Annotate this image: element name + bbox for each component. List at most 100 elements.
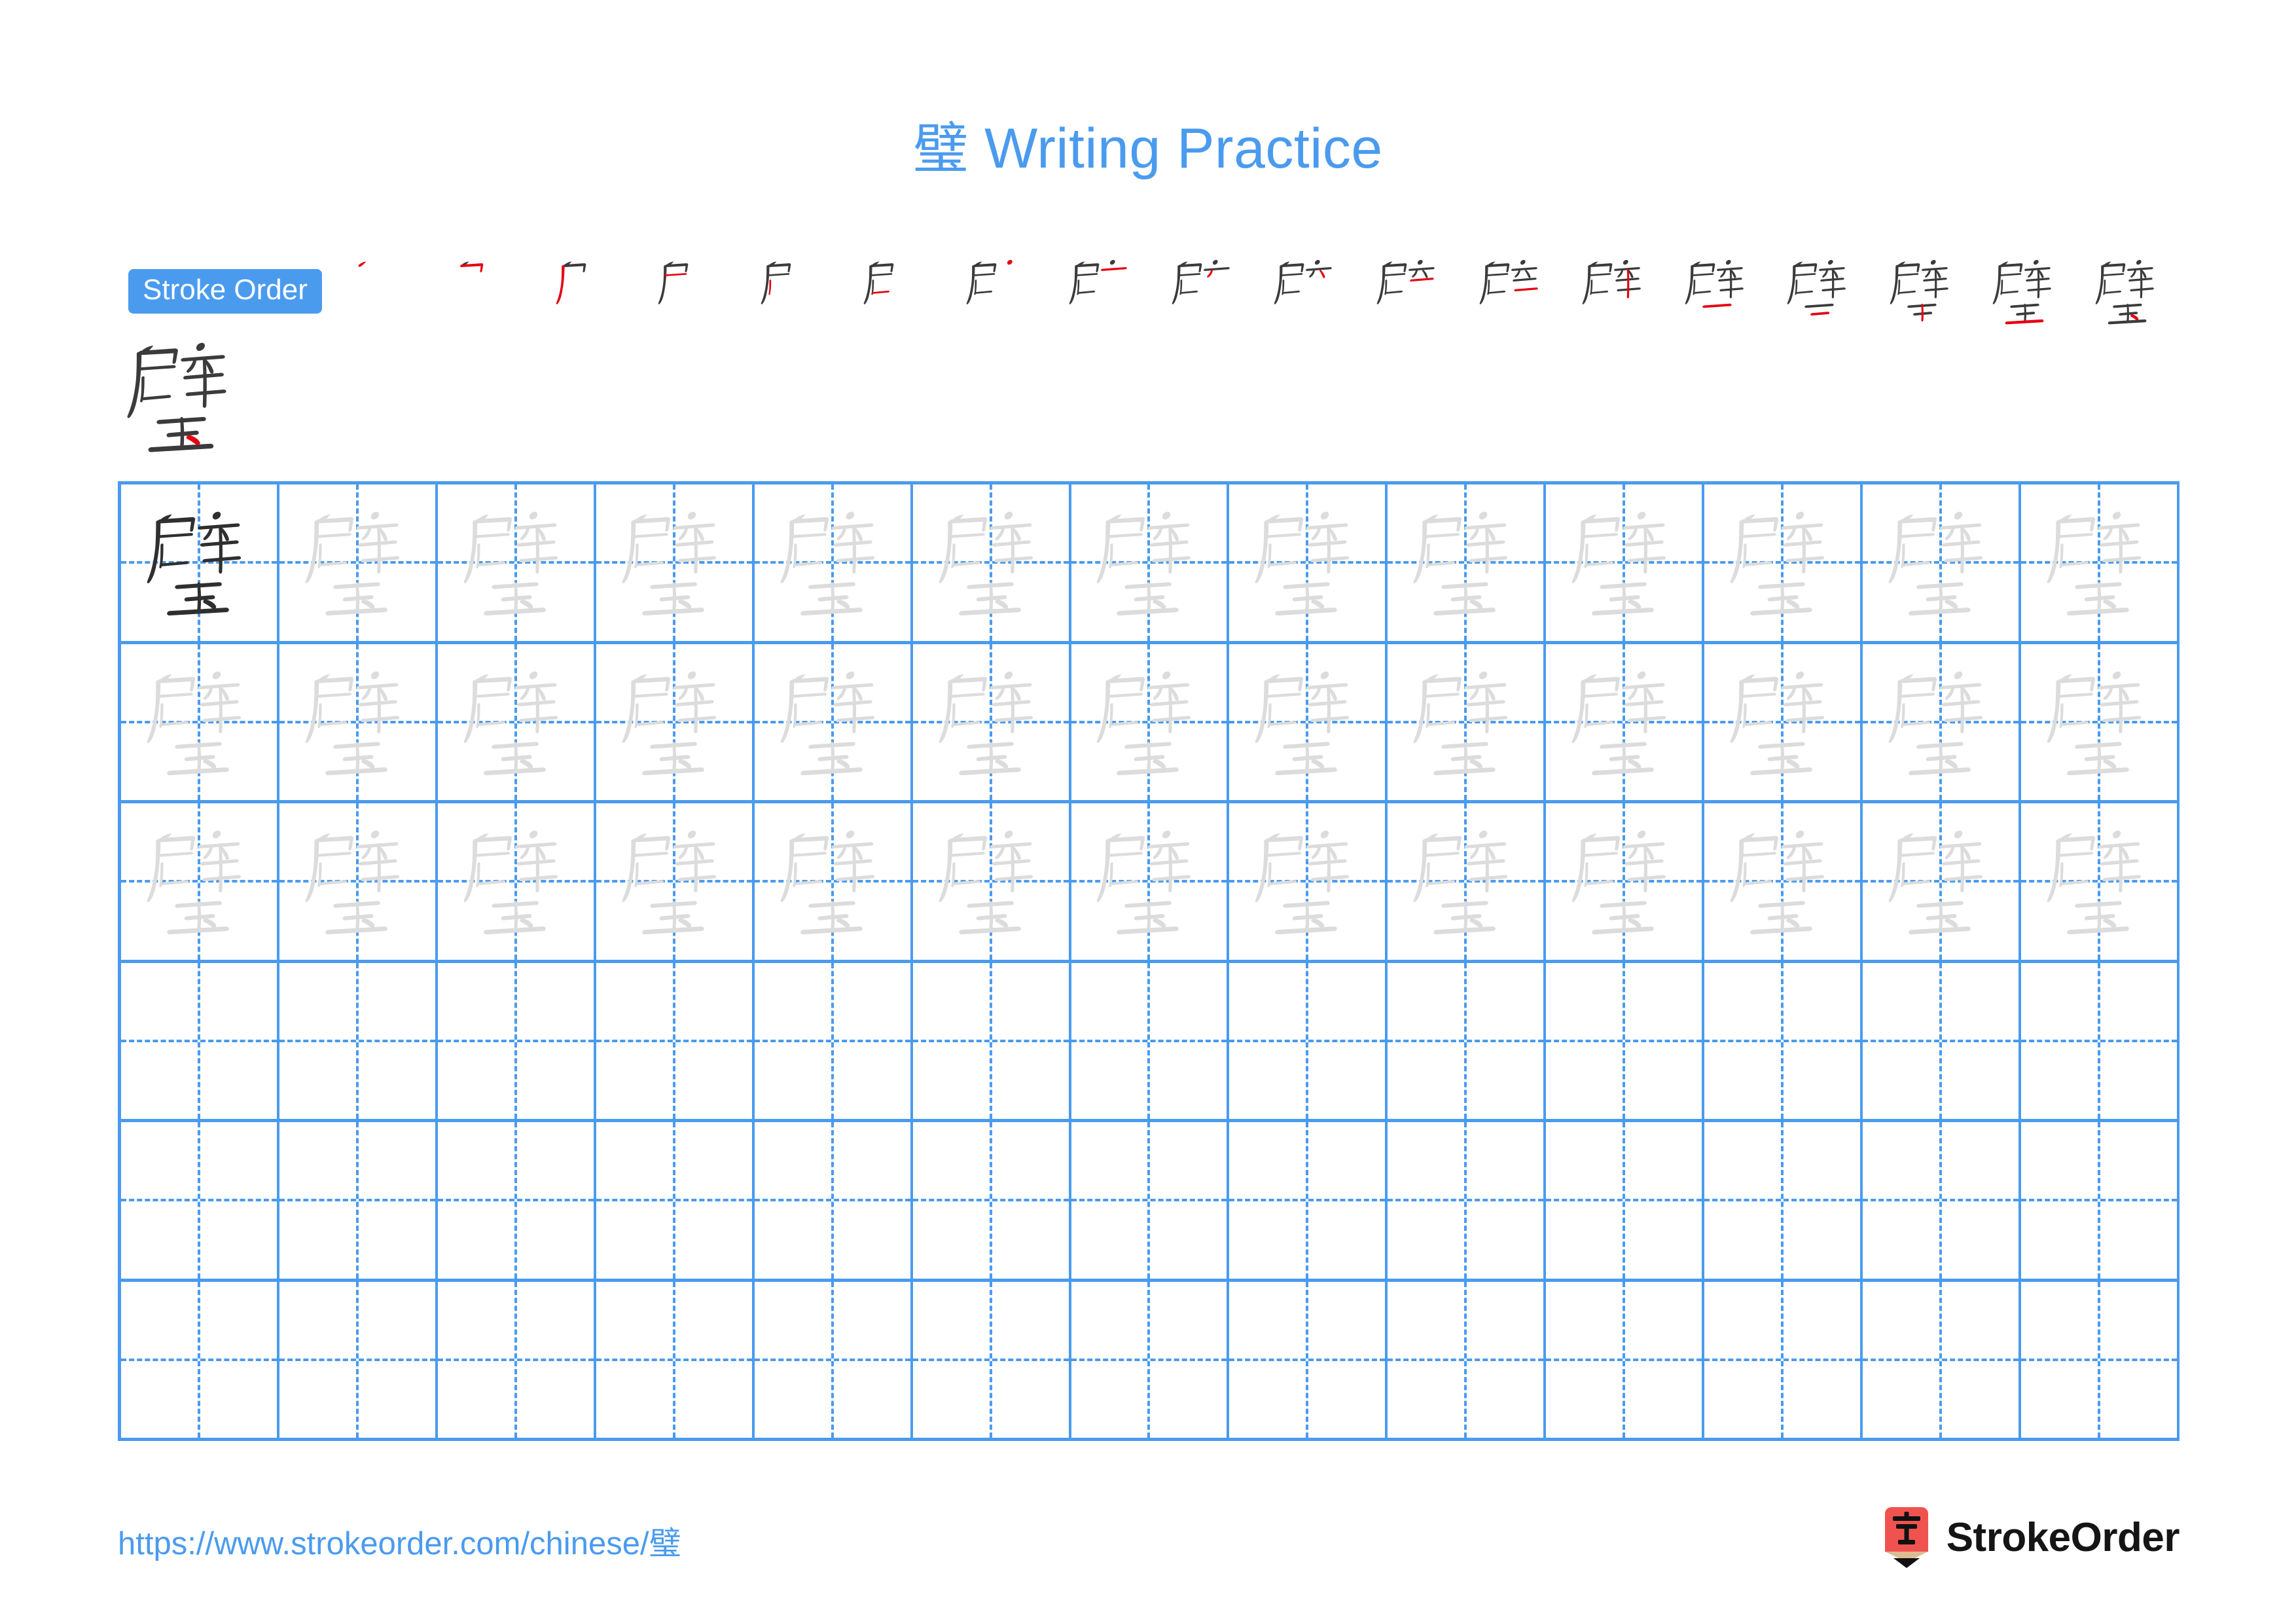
practice-cell[interactable] <box>279 803 438 960</box>
practice-cell[interactable] <box>2021 1281 2179 1438</box>
practice-cell[interactable] <box>1071 1122 1230 1279</box>
practice-cell[interactable] <box>1704 484 1863 641</box>
stroke-step-15 <box>1770 252 1869 331</box>
practice-cell[interactable] <box>438 484 596 641</box>
practice-cell[interactable] <box>1704 803 1863 960</box>
stroke-step-7 <box>950 252 1048 331</box>
practice-cell[interactable] <box>1071 1281 1230 1438</box>
practice-cell[interactable] <box>1863 484 2022 641</box>
practice-cell[interactable] <box>2021 962 2179 1119</box>
practice-cell[interactable] <box>1388 644 1547 801</box>
practice-cell[interactable] <box>596 644 755 800</box>
practice-cell[interactable] <box>755 1281 913 1438</box>
practice-cell[interactable] <box>1229 962 1388 1119</box>
practice-cell[interactable] <box>1704 644 1863 800</box>
practice-cell[interactable] <box>755 1122 913 1279</box>
practice-cell[interactable] <box>913 1281 1071 1438</box>
practice-cell[interactable] <box>755 803 913 960</box>
trace-character <box>2021 484 2177 641</box>
practice-cell[interactable] <box>2021 644 2179 800</box>
practice-cell[interactable] <box>279 1281 438 1438</box>
practice-cell[interactable] <box>279 484 438 641</box>
practice-cell[interactable] <box>1863 644 2022 801</box>
footer-url[interactable]: https://www.strokeorder.com/chinese/璧 <box>118 1518 681 1564</box>
practice-cell[interactable] <box>1071 644 1230 800</box>
practice-cell[interactable] <box>1546 1281 1705 1438</box>
practice-cell[interactable] <box>1229 1122 1388 1279</box>
practice-cell[interactable] <box>438 1122 596 1279</box>
practice-cell[interactable] <box>121 484 279 641</box>
practice-cell[interactable] <box>913 484 1071 641</box>
practice-cell[interactable] <box>1546 962 1705 1119</box>
practice-cell[interactable] <box>755 484 913 641</box>
practice-cell[interactable] <box>596 484 755 641</box>
practice-cell[interactable] <box>913 1122 1071 1279</box>
practice-cell[interactable] <box>121 803 279 960</box>
practice-cell[interactable] <box>596 1281 755 1438</box>
practice-grid[interactable] <box>118 481 2179 1441</box>
practice-cell[interactable] <box>1704 962 1863 1119</box>
practice-cell[interactable] <box>596 803 755 960</box>
trace-character <box>913 803 1069 960</box>
stroke-step-5 <box>744 252 842 331</box>
practice-cell[interactable] <box>1229 644 1388 800</box>
practice-cell[interactable] <box>438 1281 596 1438</box>
practice-cell[interactable] <box>279 644 438 800</box>
practice-cell[interactable] <box>596 962 755 1119</box>
practice-cell[interactable] <box>1388 1122 1547 1279</box>
practice-cell[interactable] <box>913 644 1071 800</box>
practice-cell[interactable] <box>1388 1281 1547 1438</box>
practice-cell[interactable] <box>2021 803 2179 960</box>
stroke-step-8 <box>1052 252 1151 331</box>
trace-character <box>1388 644 1543 801</box>
practice-cell[interactable] <box>1546 803 1705 960</box>
trace-character <box>1546 644 1702 801</box>
practice-cell[interactable] <box>1863 1281 2022 1438</box>
practice-cell[interactable] <box>1388 962 1547 1119</box>
practice-cell[interactable] <box>913 962 1071 1119</box>
stroke-step-1 <box>334 252 432 331</box>
trace-character <box>755 644 910 801</box>
practice-cell[interactable] <box>1546 1122 1705 1279</box>
practice-cell[interactable] <box>1229 484 1388 641</box>
practice-cell[interactable] <box>438 803 596 960</box>
practice-cell[interactable] <box>1704 1122 1863 1279</box>
practice-cell[interactable] <box>1071 484 1230 641</box>
practice-cell[interactable] <box>1388 803 1547 960</box>
practice-cell[interactable] <box>755 644 913 801</box>
page-title-character: 璧 <box>913 117 969 181</box>
practice-cell[interactable] <box>121 1281 279 1438</box>
practice-cell[interactable] <box>1704 1281 1863 1438</box>
practice-cell[interactable] <box>1071 962 1230 1119</box>
practice-cell[interactable] <box>596 1122 755 1279</box>
practice-cell[interactable] <box>438 962 596 1119</box>
practice-cell[interactable] <box>438 644 596 800</box>
practice-cell[interactable] <box>913 803 1071 960</box>
practice-cell[interactable] <box>755 962 913 1119</box>
stroke-step-6 <box>847 252 945 331</box>
practice-cell[interactable] <box>1071 803 1230 960</box>
practice-cell[interactable] <box>121 962 279 1119</box>
practice-cell[interactable] <box>1546 644 1705 801</box>
trace-character <box>438 484 594 641</box>
practice-cell[interactable] <box>121 1122 279 1279</box>
trace-character <box>1863 484 2018 641</box>
brand-logo[interactable]: StrokeOrder <box>1881 1506 2180 1569</box>
practice-cell[interactable] <box>121 644 279 800</box>
practice-cell[interactable] <box>2021 484 2179 641</box>
trace-character <box>1863 644 2018 801</box>
stroke-step-4 <box>641 252 740 331</box>
practice-cell[interactable] <box>2021 1122 2179 1279</box>
practice-cell[interactable] <box>279 1122 438 1279</box>
trace-character <box>1388 803 1543 960</box>
practice-cell[interactable] <box>1388 484 1547 641</box>
practice-cell[interactable] <box>1546 484 1705 641</box>
practice-row <box>121 1122 2179 1282</box>
practice-cell[interactable] <box>1863 1122 2022 1279</box>
practice-cell[interactable] <box>1863 803 2022 960</box>
practice-cell[interactable] <box>1863 962 2022 1119</box>
practice-cell[interactable] <box>279 962 438 1119</box>
practice-cell[interactable] <box>1229 1281 1388 1438</box>
trace-character <box>1704 803 1860 960</box>
practice-cell[interactable] <box>1229 803 1388 960</box>
